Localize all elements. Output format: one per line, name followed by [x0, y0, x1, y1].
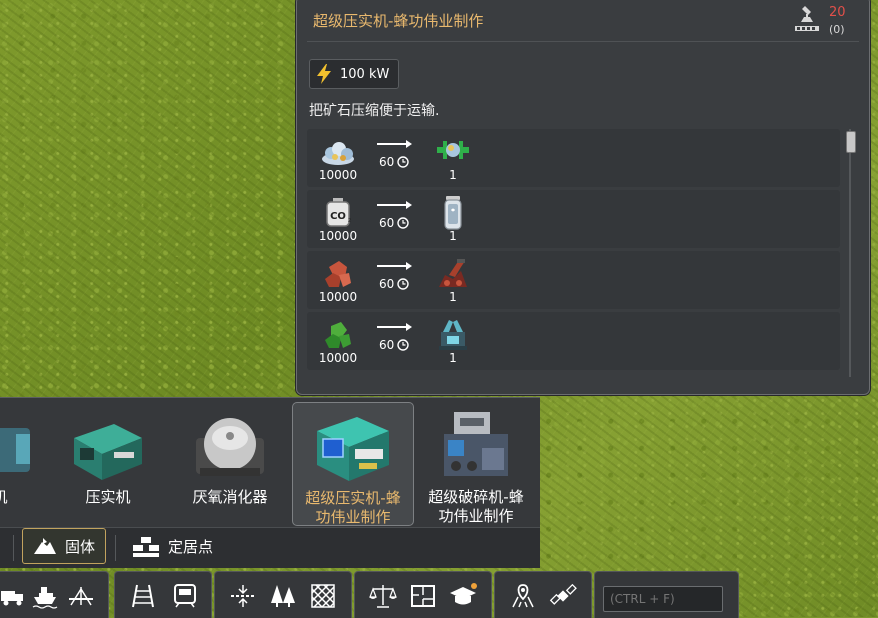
green-ore-icon: [325, 322, 351, 348]
recipe-scrollbar[interactable]: [846, 129, 856, 377]
teal-machine-icon: [439, 320, 467, 350]
clock-icon: [397, 278, 409, 290]
clock-icon: [397, 339, 409, 351]
gas-canister-icon: [444, 196, 462, 230]
build-item-compactor[interactable]: 压实机: [48, 402, 168, 524]
building-description: 把矿石压缩便于运输.: [309, 103, 440, 119]
compactor-thumbnail: [74, 424, 142, 480]
train-icon[interactable]: [171, 583, 199, 609]
truck-icon[interactable]: [0, 583, 27, 609]
power-value: 100 kW: [340, 66, 390, 82]
building-title: 超级压实机-蜂功伟业制作: [313, 12, 484, 30]
machine-thumbnail: [0, 428, 30, 472]
build-item-super-compactor[interactable]: 超级压实机-蜂 功伟业制作: [292, 402, 414, 526]
toolbar-group-transport: [0, 571, 109, 618]
power-badge: 100 kW: [309, 59, 400, 89]
category-bar: 固体 定居点: [0, 527, 540, 568]
ship-icon[interactable]: [31, 583, 59, 609]
clock-icon: [397, 156, 409, 168]
arrow-right-icon: [377, 201, 412, 209]
input-quantity: 10000: [318, 351, 358, 365]
recipe-row: CO 2 10000 60 1: [307, 190, 840, 248]
arrow-right-icon: [377, 323, 412, 331]
output-quantity: 1: [449, 229, 457, 243]
satellite-icon[interactable]: [549, 583, 577, 609]
process-time: 60: [379, 155, 409, 169]
output-quantity: 1: [449, 290, 457, 304]
digester-thumbnail: [196, 418, 264, 476]
super-crusher-thumbnail: [444, 412, 508, 476]
build-item-anaerobic-digester[interactable]: 厌氧消化器: [170, 402, 290, 524]
toolbar-group-rail: [114, 571, 212, 618]
super-compactor-thumbnail: [317, 417, 389, 481]
build-item-super-crusher[interactable]: 超级破碎机-蜂 功伟业制作: [416, 402, 536, 525]
compressed-block-icon: [437, 141, 469, 159]
solid-pile-icon: [34, 538, 56, 554]
toolbar-group-world: [494, 571, 592, 618]
building-menu: 机 压实机 厌氧消化器 超级压实机-: [0, 397, 540, 528]
terraform-icon[interactable]: [229, 583, 257, 609]
process-time: 60: [379, 216, 409, 230]
railway-icon[interactable]: [129, 583, 157, 609]
svg-text:CO: CO: [330, 211, 346, 222]
recipe-row: 10000 60 1: [307, 251, 840, 309]
input-quantity: 10000: [318, 168, 358, 182]
input-quantity: 10000: [318, 229, 358, 243]
scroll-thumb[interactable]: [846, 131, 856, 153]
process-time: 60: [379, 338, 409, 352]
map-route-icon[interactable]: [509, 583, 537, 609]
build-item-label: 超级破碎机-蜂 功伟业制作: [428, 488, 524, 525]
scales-icon[interactable]: [369, 583, 397, 609]
construction-count-icon: [795, 6, 819, 31]
toolbar-group-management: [354, 571, 492, 618]
build-item-label: 厌氧消化器: [192, 488, 268, 506]
recipe-row: 10000 60 1: [307, 129, 840, 187]
co2-tank-icon: CO 2: [326, 198, 351, 227]
research-cap-icon[interactable]: [449, 583, 477, 609]
divider: [307, 41, 859, 42]
trees-icon[interactable]: [269, 583, 297, 609]
category-solid-tab[interactable]: 固体: [22, 528, 107, 564]
arrow-right-icon: [377, 140, 412, 148]
pattern-fill-icon[interactable]: [309, 583, 337, 609]
build-count: 20: [829, 5, 846, 20]
arrow-right-icon: [377, 262, 412, 270]
floor-plan-icon[interactable]: [409, 583, 437, 609]
divider: [115, 535, 116, 561]
svg-text:2: 2: [348, 218, 351, 224]
input-quantity: 10000: [318, 290, 358, 304]
clock-icon: [397, 217, 409, 229]
category-label: 定居点: [168, 538, 214, 556]
recipe-list[interactable]: 10000 60 1 CO 2 10000 60 1 10000 60 1 10…: [307, 129, 840, 379]
build-count-pending: (0): [829, 23, 845, 36]
red-machine-icon: [439, 259, 467, 287]
category-settlement-tab[interactable]: 定居点: [122, 528, 223, 565]
ore-pile-icon: [322, 142, 354, 165]
toolbar-group-terrain: [214, 571, 352, 618]
build-item-label: 超级压实机-蜂 功伟业制作: [305, 489, 401, 526]
divider: [13, 535, 14, 561]
output-quantity: 1: [449, 351, 457, 365]
category-label: 固体: [65, 537, 96, 556]
lightning-icon: [317, 64, 331, 84]
settlement-icon: [133, 536, 159, 557]
scroll-track: [849, 129, 851, 377]
process-time: 60: [379, 277, 409, 291]
red-ore-icon: [325, 261, 351, 287]
recipe-row: 10000 60 1: [307, 312, 840, 370]
output-quantity: 1: [449, 168, 457, 182]
build-item-label: 压实机: [85, 488, 131, 506]
bridge-icon[interactable]: [67, 583, 95, 609]
building-info-panel: 超级压实机-蜂功伟业制作 20 (0) 100 kW 把矿石压缩便于运输. 10…: [296, 0, 870, 395]
search-input[interactable]: [603, 586, 723, 612]
